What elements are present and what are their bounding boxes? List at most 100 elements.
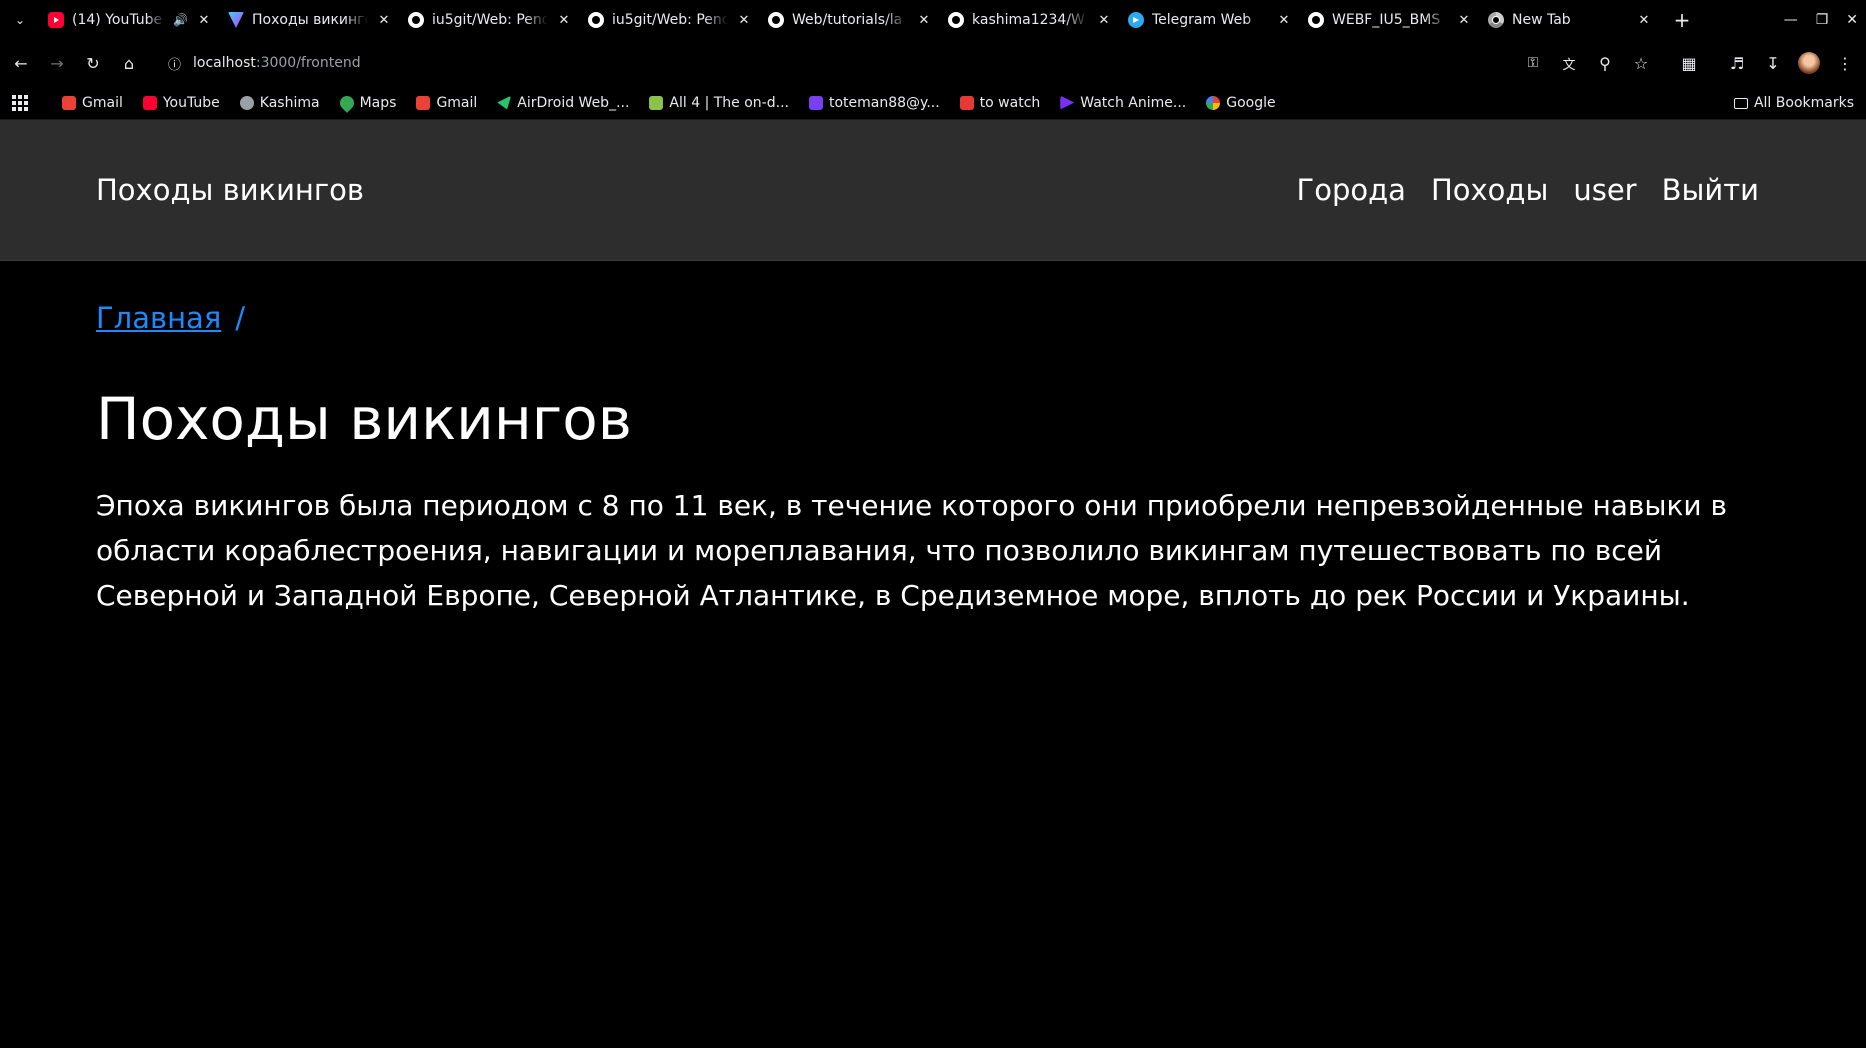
intro-paragraph: Эпоха викингов была периодом с 8 по 11 в… (96, 489, 1728, 612)
bookmark-youtube[interactable]: YouTube (142, 95, 220, 111)
speaker-icon[interactable]: 🔊 (173, 13, 188, 27)
vite-icon (228, 12, 244, 28)
tab-youtube[interactable]: (14) YouTube 🔊 ✕ (40, 0, 220, 40)
bookmark-maps[interactable]: Maps (336, 92, 397, 113)
menu-kebab-icon[interactable]: ⋮ (1834, 52, 1856, 74)
bookmark-label: All 4 | The on-d... (669, 94, 789, 111)
tab-telegram[interactable]: Telegram Web ✕ (1120, 0, 1300, 40)
close-icon[interactable]: ✕ (1636, 13, 1652, 28)
back-icon[interactable]: ← (10, 52, 32, 74)
forward-icon[interactable]: → (46, 52, 68, 74)
minimize-icon[interactable]: — (1784, 12, 1798, 28)
site-header: Походы викингов Города Походы user Выйти (0, 120, 1866, 261)
youtube-icon (48, 12, 64, 28)
close-icon[interactable]: ✕ (736, 13, 752, 28)
github-icon (588, 12, 604, 28)
all4-icon (649, 95, 664, 110)
chrome-icon (1488, 12, 1504, 28)
play-icon (1060, 95, 1075, 110)
download-icon[interactable]: ↧ (1762, 52, 1784, 74)
bookmark-label: AirDroid Web_... (517, 94, 630, 111)
gmail-icon (416, 95, 431, 110)
close-icon[interactable]: ✕ (916, 13, 932, 28)
bookmark-watch-anime[interactable]: Watch Anime... (1060, 95, 1186, 111)
bookmark-label: Maps (359, 94, 397, 111)
close-icon[interactable]: ✕ (1456, 13, 1472, 28)
all-bookmarks-label: All Bookmarks (1753, 95, 1854, 111)
tab-search-chevron-icon[interactable]: ⌄ (8, 13, 32, 27)
media-control-icon[interactable]: ♬ (1726, 52, 1748, 74)
main-nav: Города Походы user Выйти (1297, 173, 1759, 207)
address-bar[interactable]: ⓘ localhost:3000/frontend (154, 46, 1508, 80)
bookmark-to-watch[interactable]: to watch (959, 95, 1040, 111)
site-info-icon[interactable]: ⓘ (168, 54, 181, 73)
bookmark-yahoo-mail[interactable]: toteman88@y... (808, 94, 940, 111)
bookmark-label: Kashima (259, 94, 320, 111)
tab-title: iu5git/Web: Pend (432, 12, 548, 28)
url-path: :3000/frontend (255, 55, 361, 71)
globe-icon (239, 95, 254, 110)
nav-link-user[interactable]: user (1573, 173, 1636, 207)
breadcrumb: Главная / (96, 301, 1770, 335)
gmail-icon (62, 95, 76, 110)
window-controls: — ❐ ✕ (1784, 0, 1858, 40)
bookmark-google[interactable]: Google (1206, 94, 1276, 111)
close-icon[interactable]: ✕ (196, 13, 212, 28)
tab-title: kashima1234/W (972, 12, 1085, 28)
github-icon (408, 12, 424, 28)
youtube-icon (142, 95, 157, 110)
all-bookmarks[interactable]: All Bookmarks (1733, 86, 1854, 120)
tab-title: New Tab (1512, 12, 1571, 28)
maps-pin-icon (336, 92, 357, 113)
tab-new-tab[interactable]: New Tab ✕ (1480, 0, 1660, 40)
bookmark-gmail-2[interactable]: Gmail (416, 95, 477, 111)
nav-link-campaigns[interactable]: Походы (1431, 173, 1548, 207)
close-icon[interactable]: ✕ (376, 13, 392, 28)
breadcrumb-home-link[interactable]: Главная (96, 301, 221, 335)
tab-github-1[interactable]: iu5git/Web: Pend ✕ (400, 0, 580, 40)
tab-strip: ⌄ (14) YouTube 🔊 ✕ Походы викингов ✕ iu5… (0, 0, 1866, 40)
nav-link-logout[interactable]: Выйти (1662, 173, 1759, 207)
translate-icon[interactable]: 文 (1558, 52, 1580, 74)
bookmark-kashima[interactable]: Kashima (239, 94, 320, 111)
home-icon[interactable]: ⌂ (118, 52, 140, 74)
star-icon[interactable]: ☆ (1630, 52, 1652, 74)
zoom-icon[interactable]: ⚲ (1594, 52, 1616, 74)
folder-icon (1733, 97, 1748, 109)
bookmark-label: toteman88@y... (828, 94, 940, 111)
reload-icon[interactable]: ↻ (82, 52, 104, 74)
bookmark-all4[interactable]: All 4 | The on-d... (649, 95, 789, 111)
apps-grid-icon[interactable] (12, 94, 28, 111)
bookmark-label: Google (1226, 94, 1276, 111)
tab-github-2[interactable]: iu5git/Web: Pend ✕ (580, 0, 760, 40)
tab-title: Telegram Web (1152, 12, 1252, 28)
google-icon (1206, 95, 1221, 110)
bookmark-label: Gmail (82, 94, 123, 111)
site-brand[interactable]: Походы викингов (96, 173, 364, 207)
bookmark-gmail[interactable]: Gmail (62, 95, 123, 111)
airdroid-icon (497, 95, 512, 110)
tab-github-5[interactable]: WEBF_IU5_BMS ✕ (1300, 0, 1480, 40)
extensions-icon[interactable]: ▦ (1678, 52, 1700, 74)
bookmark-label: Watch Anime... (1080, 94, 1187, 111)
tab-github-4[interactable]: kashima1234/W ✕ (940, 0, 1120, 40)
tab-github-3[interactable]: Web/tutorials/la ✕ (760, 0, 940, 40)
key-icon[interactable]: ⚿ (1522, 52, 1544, 74)
new-tab-button[interactable]: + (1670, 8, 1694, 32)
close-icon[interactable]: ✕ (1276, 13, 1292, 28)
close-icon[interactable]: ✕ (1096, 13, 1112, 28)
bookmark-airdroid[interactable]: AirDroid Web_... (497, 95, 629, 111)
restore-icon[interactable]: ❐ (1816, 12, 1829, 28)
tab-title: (14) YouTube (72, 12, 163, 28)
close-icon[interactable]: ✕ (556, 13, 572, 28)
browser-toolbar: ← → ↻ ⌂ ⓘ localhost:3000/frontend ⚿ 文 ⚲ … (0, 40, 1866, 86)
tab-title: Web/tutorials/la (792, 12, 903, 28)
nav-link-cities[interactable]: Города (1297, 173, 1406, 207)
telegram-icon (1128, 12, 1144, 28)
close-window-icon[interactable]: ✕ (1846, 12, 1858, 28)
url-host: localhost (193, 55, 256, 71)
github-icon (768, 12, 784, 28)
video-icon (959, 95, 974, 110)
tab-vikings[interactable]: Походы викингов ✕ (220, 0, 400, 40)
profile-avatar[interactable] (1798, 52, 1820, 74)
